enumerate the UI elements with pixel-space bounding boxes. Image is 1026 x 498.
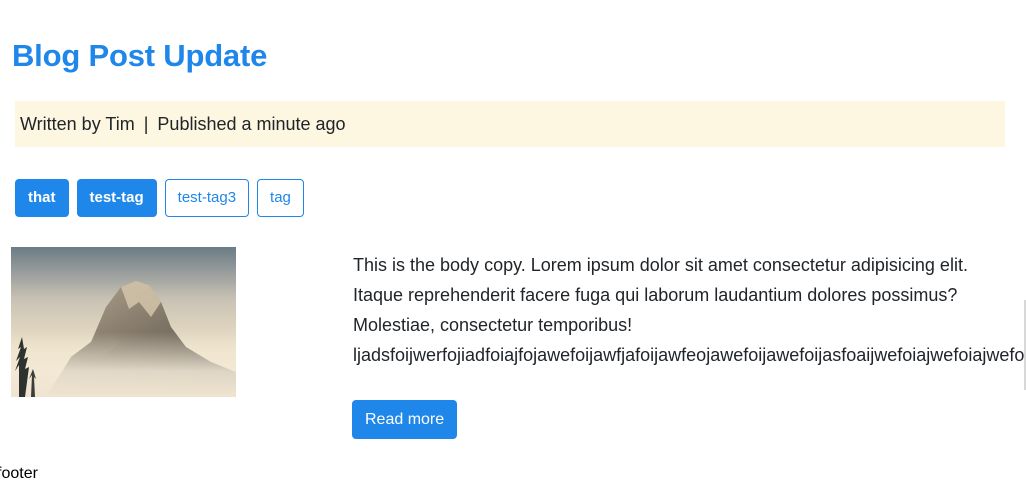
read-more-button[interactable]: Read more [352, 400, 458, 439]
body-line: ljadsfoijwerfojiadfoiajfojawefoijawfjafo… [353, 345, 1026, 365]
body-line: Molestiae, consectetur temporibus! [353, 315, 633, 335]
tag-list: that test-tag test-tag3 tag [15, 179, 304, 217]
post-title: Blog Post Update [12, 38, 268, 73]
tag-test-tag[interactable]: test-tag [76, 179, 157, 217]
author-text: Written by Tim [20, 114, 135, 134]
tag-that[interactable]: that [15, 179, 69, 217]
body-line: Itaque reprehenderit facere fuga qui lab… [353, 285, 958, 305]
tag-tag[interactable]: tag [257, 179, 304, 217]
byline-separator: | [143, 114, 149, 134]
page: Blog Post Update Written by Tim | Publis… [0, 0, 1026, 498]
tag-test-tag3[interactable]: test-tag3 [164, 179, 250, 217]
body-line: This is the body copy. Lorem ipsum dolor… [353, 255, 968, 275]
published-text: Published a minute ago [157, 114, 346, 134]
mountain-landscape-image [11, 247, 236, 397]
post-byline: Written by Tim | Published a minute ago [15, 101, 1005, 147]
post-body: This is the body copy. Lorem ipsum dolor… [353, 250, 1026, 370]
post-image [11, 247, 236, 397]
footer: footer [0, 465, 38, 482]
